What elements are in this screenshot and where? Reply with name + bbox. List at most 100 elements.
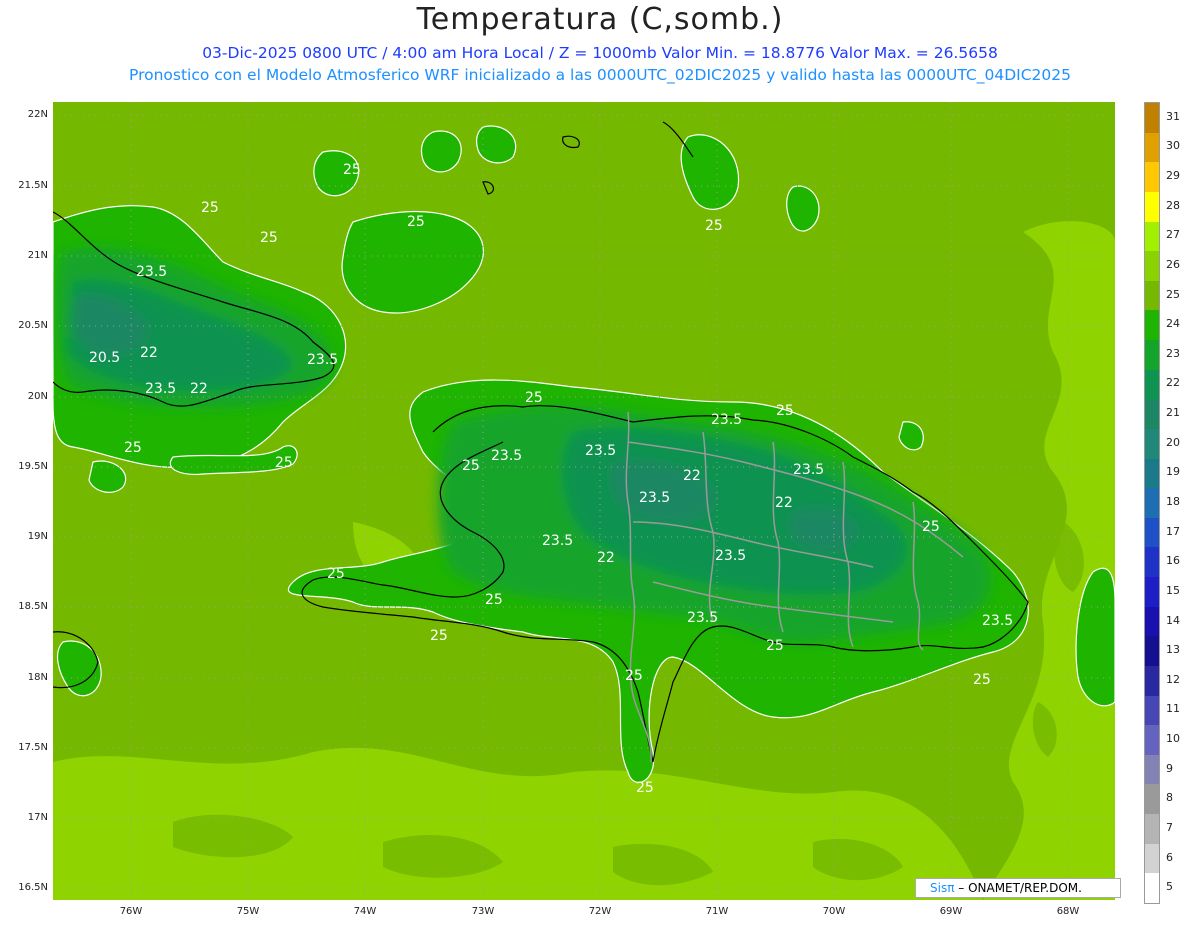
colorbar-label: 8 <box>1166 791 1173 805</box>
lat-tick: 19N <box>27 531 48 542</box>
contour-label: 25 <box>430 628 448 644</box>
lon-tick: 72W <box>588 906 612 917</box>
credit-box: Sisπ – ONAMET/REP.DOM. <box>915 878 1121 898</box>
colorbar-swatch <box>1145 814 1159 845</box>
lat-tick: 21.5N <box>18 180 48 191</box>
contour-label: 23.5 <box>982 613 1013 629</box>
colorbar-swatch <box>1145 399 1159 430</box>
lat-tick: 20N <box>27 391 48 402</box>
colorbar-label: 22 <box>1166 376 1180 390</box>
contour-label: 22 <box>140 345 158 361</box>
colorbar-swatch <box>1145 310 1159 341</box>
colorbar-label: 29 <box>1166 169 1180 183</box>
colorbar-label: 7 <box>1166 820 1173 834</box>
colorbar-label: 9 <box>1166 761 1173 775</box>
temperature-map: 25 25 25 25 23.5 20.5 22 23.5 23.5 22 25… <box>53 102 1115 900</box>
colorbar-swatch <box>1145 784 1159 815</box>
colorbar-swatch <box>1145 606 1159 637</box>
colorbar-swatch <box>1145 191 1159 222</box>
colorbar-label: 23 <box>1166 346 1180 360</box>
colorbar-swatch <box>1145 162 1159 193</box>
contour-label: 23.5 <box>307 352 338 368</box>
lon-tick: 69W <box>939 906 963 917</box>
lat-tick: 21N <box>27 250 48 261</box>
sispi-logo: Sisπ <box>930 881 955 895</box>
lat-tick: 22N <box>27 109 48 120</box>
colorbar-label: 26 <box>1166 257 1180 271</box>
lat-tick: 17.5N <box>18 742 48 753</box>
contour-label: 23.5 <box>687 610 718 626</box>
colorbar-swatch <box>1145 695 1159 726</box>
contour-label: 23.5 <box>585 443 616 459</box>
contour-label: 25 <box>525 390 543 406</box>
contour-label: 23.5 <box>136 264 167 280</box>
colorbar-label: 11 <box>1166 702 1180 716</box>
contour-label: 25 <box>260 230 278 246</box>
contour-label: 25 <box>705 218 723 234</box>
lon-tick: 74W <box>353 906 377 917</box>
contour-label: 23.5 <box>491 448 522 464</box>
lat-tick: 18N <box>27 672 48 683</box>
colorbar-swatch <box>1145 280 1159 311</box>
contour-label: 25 <box>201 200 219 216</box>
colorbar-label: 15 <box>1166 583 1180 597</box>
colorbar-swatch <box>1145 547 1159 578</box>
colorbar-swatch <box>1145 488 1159 519</box>
colorbar-swatch <box>1145 665 1159 697</box>
contour-label: 23.5 <box>639 490 670 506</box>
contour-label: 25 <box>124 440 142 456</box>
contour-label: 25 <box>275 455 293 471</box>
lon-tick: 73W <box>471 906 495 917</box>
lat-tick: 20.5N <box>18 320 48 331</box>
colorbar-swatch <box>1145 251 1159 282</box>
colorbar-label: 20 <box>1166 435 1180 449</box>
colorbar-swatch <box>1145 517 1159 548</box>
contour-label: 25 <box>776 403 794 419</box>
contour-label: 25 <box>462 458 480 474</box>
colorbar-swatch <box>1145 754 1159 785</box>
contour-label: 23.5 <box>715 548 746 564</box>
lat-tick: 18.5N <box>18 601 48 612</box>
contour-label: 25 <box>636 780 654 796</box>
map-title: Temperatura (C,somb.) <box>416 2 784 37</box>
lon-tick: 75W <box>236 906 260 917</box>
colorbar-label: 12 <box>1166 672 1180 686</box>
colorbar-label: 13 <box>1166 643 1180 657</box>
colorbar-label: 28 <box>1166 198 1180 212</box>
contour-label: 22 <box>775 495 793 511</box>
contour-label: 23.5 <box>542 533 573 549</box>
colorbar-swatch <box>1145 725 1159 756</box>
colorbar-label: 18 <box>1166 495 1180 508</box>
contour-label: 25 <box>343 162 361 178</box>
colorbar-swatch <box>1145 221 1159 252</box>
colorbar-label: 25 <box>1166 287 1180 301</box>
colorbar-label: 31 <box>1166 109 1180 123</box>
colorbar-label: 19 <box>1166 465 1180 479</box>
contour-label: 20.5 <box>89 350 120 366</box>
lat-tick: 19.5N <box>18 461 48 472</box>
forecast-time-line: 03-Dic-2025 0800 UTC / 4:00 am Hora Loca… <box>202 44 998 62</box>
colorbar-label: 17 <box>1166 524 1180 538</box>
colorbar-swatch <box>1145 369 1159 400</box>
contour-label: 25 <box>922 519 940 535</box>
colorbar-swatch <box>1145 132 1159 163</box>
lat-tick: 16.5N <box>18 882 48 893</box>
contour-label: 23.5 <box>145 381 176 397</box>
colorbar-swatch <box>1145 340 1159 371</box>
contour-label: 25 <box>407 214 425 230</box>
colorbar-label: 21 <box>1166 406 1180 420</box>
colorbar-label: 16 <box>1166 554 1180 568</box>
colorbar-swatch <box>1145 873 1159 904</box>
temperature-map-svg: 25 25 25 25 23.5 20.5 22 23.5 23.5 22 25… <box>53 102 1115 900</box>
lon-tick: 76W <box>119 906 143 917</box>
lon-tick: 70W <box>822 906 846 917</box>
colorbar-label: 27 <box>1166 228 1180 242</box>
colorbar-label: 5 <box>1166 880 1173 894</box>
contour-label: 22 <box>190 381 208 397</box>
contour-label: 25 <box>485 592 503 608</box>
contour-label: 22 <box>597 550 615 566</box>
contour-label: 23.5 <box>711 412 742 428</box>
colorbar-label: 30 <box>1166 139 1180 153</box>
colorbar-swatch <box>1145 636 1159 667</box>
colorbar-swatch <box>1145 577 1159 608</box>
